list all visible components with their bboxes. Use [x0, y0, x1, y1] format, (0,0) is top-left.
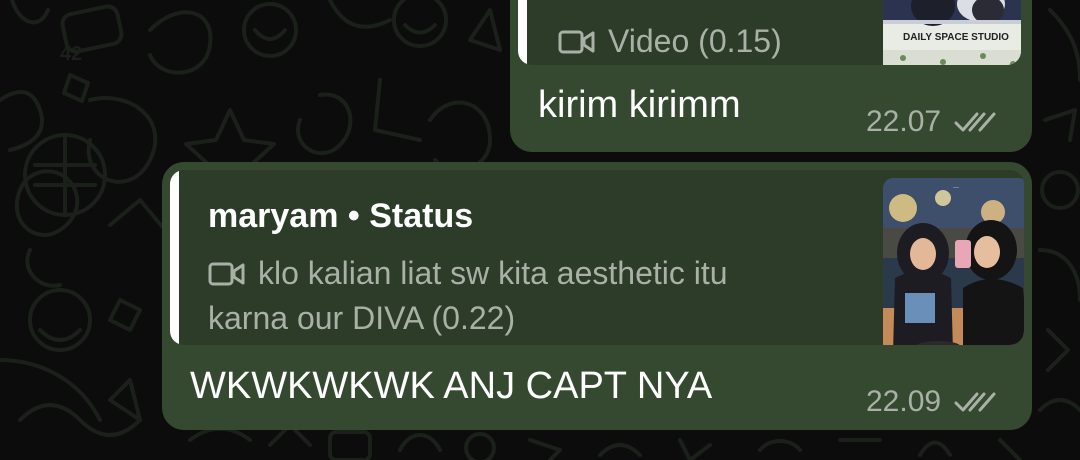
quote-accent-bar — [170, 170, 179, 345]
message-text: WKWKWKWK ANJ CAPT NYA — [190, 365, 713, 407]
message-time: 22.09 — [866, 385, 942, 418]
svg-text:...: ... — [953, 183, 959, 190]
video-camera-icon — [208, 262, 245, 286]
thumbnail-image: DAILY SPACE STUDIO — [883, 0, 1021, 65]
message-bubble[interactable]: Video (0.15) DAILY SPACE STUDIO kirim ki… — [510, 0, 1032, 152]
quote-accent-bar — [518, 0, 527, 65]
quote-author: maryam • Status — [208, 197, 474, 235]
message-meta: 22.07 — [866, 105, 999, 139]
quote-caption-text: klo kalian liat sw kita aesthetic itu — [258, 255, 728, 291]
quote-media-label: Video (0.15) — [558, 21, 782, 61]
double-check-icon — [954, 112, 996, 132]
status-thumbnail[interactable]: ... — [883, 178, 1024, 345]
quote-caption-line: klo kalian liat sw kita aesthetic itu — [208, 253, 728, 293]
thumbnail-image: ... — [883, 178, 1024, 345]
status-thumbnail[interactable]: DAILY SPACE STUDIO — [883, 0, 1021, 65]
message-time: 22.07 — [866, 105, 942, 138]
double-check-icon — [954, 392, 996, 412]
quoted-status-reply[interactable]: Video (0.15) DAILY SPACE STUDIO — [518, 0, 1021, 65]
message-meta: 22.09 — [866, 385, 999, 419]
svg-text:42: 42 — [60, 43, 82, 65]
quoted-status-reply[interactable]: maryam • Status klo kalian liat sw kita … — [170, 170, 1024, 345]
quote-caption-line: karna our DIVA (0.22) — [208, 300, 516, 336]
message-text: kirim kirimm — [538, 84, 741, 126]
video-camera-icon — [558, 30, 595, 54]
thumbnail-caption: DAILY SPACE STUDIO — [903, 32, 1009, 43]
message-bubble[interactable]: maryam • Status klo kalian liat sw kita … — [162, 162, 1032, 430]
quote-media-text: Video (0.15) — [608, 23, 782, 59]
